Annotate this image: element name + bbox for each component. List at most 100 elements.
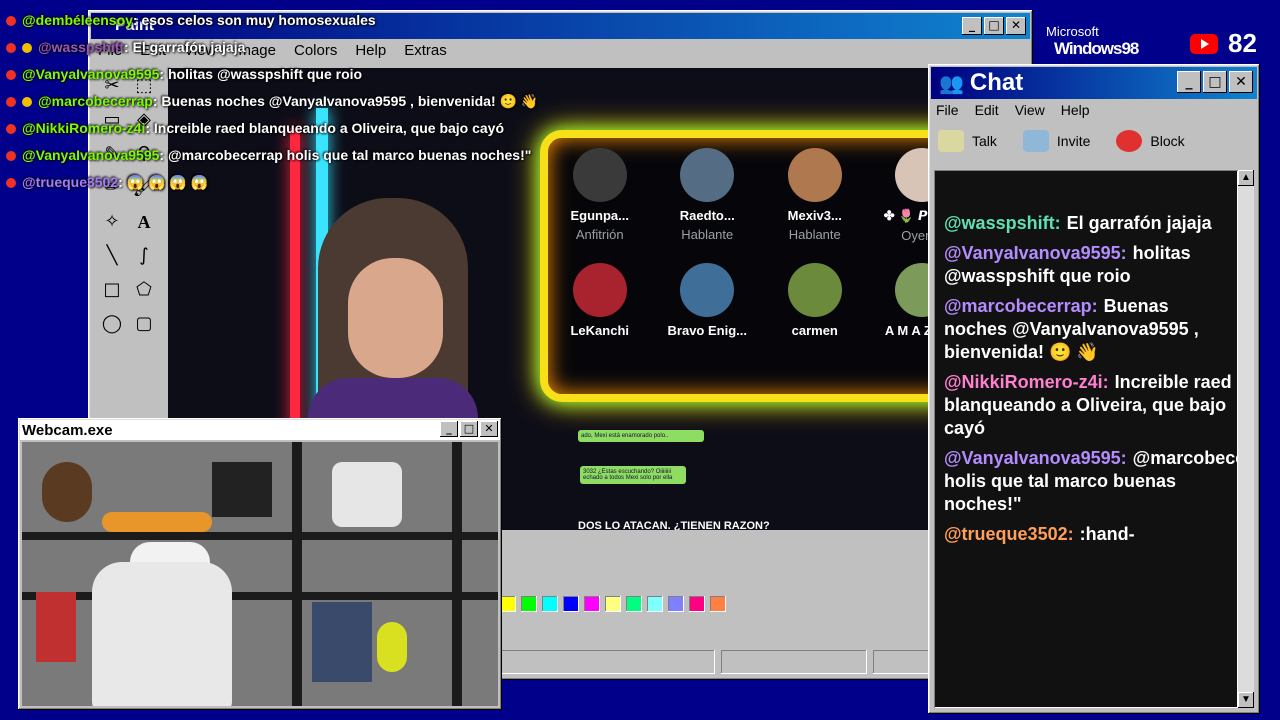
color-swatch[interactable] [521,596,537,612]
close-button[interactable]: ✕ [1006,17,1026,35]
status-cell [721,650,868,674]
speaker-card[interactable]: Bravo Enig... [654,253,762,368]
chat-message: @wasspshift: El garrafón jajaja [944,212,1234,235]
maximize-button[interactable]: □ [460,421,478,437]
chat-message: @marcobecerrap: Buenas noches @VanyaIvano… [944,295,1234,364]
color-swatch[interactable] [689,596,705,612]
jar [332,462,402,527]
invite-button[interactable]: Invite [1022,130,1090,152]
color-swatch[interactable] [563,596,579,612]
speaker-card[interactable]: Raedto... Hablante [654,138,762,253]
curve-icon[interactable]: ∫ [130,242,158,270]
poster [36,592,76,662]
speaker-name: LeKanchi [570,323,629,338]
speaker-name: Bravo Enig... [667,323,747,338]
color-swatch[interactable] [542,596,558,612]
chat-window[interactable]: 👥 Chat _ □ ✕ File Edit View Help Talk In… [928,64,1260,714]
rounded-rect-icon[interactable]: ▢ [130,310,158,338]
color-swatch[interactable] [668,596,684,612]
overlay-text: : @marcobecerrap holis que tal marco bue… [159,147,532,163]
chat-menubar: File Edit View Help [936,102,1090,118]
books [312,602,372,682]
overlay-chat: @dembéleensoy: esos celos son muy homose… [6,12,566,201]
microsoft-label: Microsoft [1046,24,1099,39]
overlay-user: @VanyaIvanova9595 [22,66,160,82]
block-button[interactable]: Block [1116,130,1185,152]
ellipse-icon[interactable]: ◯ [98,310,126,338]
speaker-card[interactable]: LeKanchi [546,253,654,368]
color-swatch[interactable] [626,596,642,612]
close-button[interactable]: ✕ [480,421,498,437]
color-swatch[interactable] [605,596,621,612]
overlay-user: @NikkiRomero-z4i [22,120,146,136]
scroll-down-icon[interactable]: ▼ [1238,692,1254,708]
chat-user: @marcobecerrap: [944,296,1098,316]
viewer-counter: 82 [1190,28,1257,59]
avatar [680,263,735,317]
speaker-card[interactable]: carmen [761,253,869,368]
overlay-text: : Buenas noches @VanyaIvanova9595 , bien… [152,93,539,109]
chat-people-icon: 👥 [939,72,964,95]
minimize-button[interactable]: _ [440,421,458,437]
chat-title: Chat [969,69,1024,96]
color-swatch[interactable] [500,596,516,612]
chat-titlebar[interactable]: 👥 Chat _ □ ✕ [931,67,1257,99]
maximize-button[interactable]: □ [984,17,1004,35]
overlay-message: @VanyaIvanova9595: holitas @wasspshift q… [6,66,566,93]
youtube-icon [6,70,16,81]
shelf-divider [292,442,302,706]
windows98-logo: Microsoft Windows98 [1046,24,1139,59]
figurine [377,622,407,672]
webcam-window[interactable]: Webcam.exe _ □ ✕ [18,418,502,710]
flowers [102,512,212,532]
close-button[interactable]: ✕ [1229,71,1253,93]
minimize-button[interactable]: _ [1177,71,1201,93]
speaker-role: Anfitrión [575,227,624,242]
speaker-card[interactable]: Mexiv3... Hablante [761,138,869,253]
avatar [572,148,627,202]
chat-messages-pane[interactable]: @wasspshift: El garrafón jajaja @VanyaIva… [934,170,1238,708]
avatar [680,148,735,202]
menu-help[interactable]: Help [1061,102,1090,118]
talk-button[interactable]: Talk [938,130,997,152]
talk-icon [938,130,964,152]
overlay-user: @dembéleensoy [22,12,133,28]
overlay-message: @VanyaIvanova9595: @marcobecerrap holis … [6,147,566,174]
menu-file[interactable]: File [936,102,959,118]
shelf-divider [452,442,462,706]
menu-view[interactable]: View [1015,102,1045,118]
menu-edit[interactable]: Edit [975,102,999,118]
color-swatch[interactable] [584,596,600,612]
notification: ado, Mexi está enamorado polo.. [578,430,704,442]
chat-user: @VanyaIvanova9595: [944,448,1127,468]
avatar [787,148,842,202]
chat-scrollbar[interactable]: ▲ ▼ [1238,170,1254,708]
polygon-icon[interactable]: ⬠ [130,276,158,304]
block-label: Block [1150,133,1185,149]
color-swatch[interactable] [647,596,663,612]
scroll-up-icon[interactable]: ▲ [1238,170,1254,186]
overlay-text: : esos celos son muy homosexuales [132,12,376,28]
speaker-name: Raedto... [679,208,735,223]
member-icon [22,97,32,108]
spaces-speakers: Egunpa... Anfitrión Raedto... Hablante Mex… [546,138,976,368]
overlay-user: @wasspshift [38,39,125,55]
speaker-role: Hablante [788,227,841,242]
figure [42,462,92,522]
overlay-message: @wasspshift: El garrafón jajaja [6,39,566,66]
chat-user: @NikkiRomero-z4i: [944,372,1109,392]
webcam-titlebar[interactable]: Webcam.exe _ □ ✕ [20,420,500,440]
chat-text: El garrafón jajaja [1066,213,1212,233]
rectangle-icon[interactable]: □ [98,276,126,304]
chat-message: @trueque3502::hand- [944,523,1234,546]
airbrush-icon[interactable]: ✧ [98,208,126,236]
youtube-icon [6,16,16,27]
maximize-button[interactable]: □ [1203,71,1227,93]
color-swatch[interactable] [710,596,726,612]
text-icon[interactable]: A [130,208,158,236]
windows98-label: Windows98 [1054,39,1139,58]
line-icon[interactable]: ╲ [98,242,126,270]
overlay-user: @VanyaIvanova9595 [22,147,160,163]
minimize-button[interactable]: _ [962,17,982,35]
chair [92,562,232,706]
